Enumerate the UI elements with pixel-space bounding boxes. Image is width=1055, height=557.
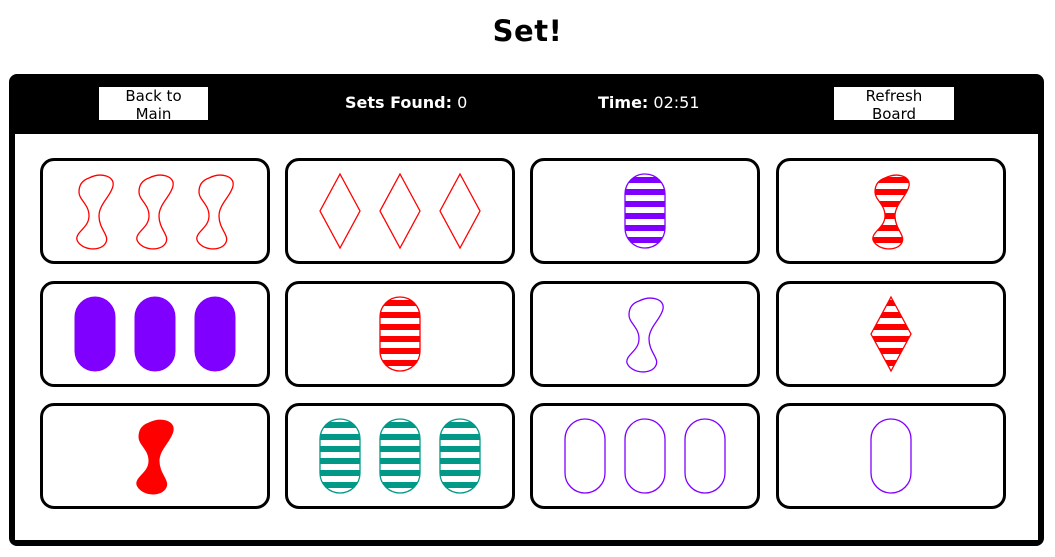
card-shapes xyxy=(626,297,664,373)
set-card[interactable] xyxy=(285,403,515,509)
card-board xyxy=(15,134,1038,540)
set-card[interactable] xyxy=(40,281,270,387)
set-card[interactable] xyxy=(285,281,515,387)
set-card[interactable] xyxy=(40,158,270,264)
oval-symbol xyxy=(439,418,481,494)
set-card[interactable] xyxy=(776,281,1006,387)
squiggle-symbol xyxy=(872,174,910,250)
sets-found-stat: Sets Found: 0 xyxy=(345,92,467,114)
timer-stat: Time: 02:51 xyxy=(598,92,700,114)
oval-symbol xyxy=(379,418,421,494)
set-card[interactable] xyxy=(776,403,1006,509)
oval-symbol xyxy=(74,296,116,372)
card-shapes xyxy=(624,173,666,249)
sets-found-value: 0 xyxy=(457,93,468,112)
set-card[interactable] xyxy=(285,158,515,264)
card-shapes xyxy=(870,295,912,373)
diamond-symbol xyxy=(319,172,361,250)
diamond-symbol xyxy=(379,172,421,250)
oval-symbol xyxy=(624,418,666,494)
page-title: Set! xyxy=(492,14,563,48)
oval-symbol xyxy=(684,418,726,494)
set-card[interactable] xyxy=(530,158,760,264)
refresh-board-button[interactable]: Refresh Board xyxy=(834,87,954,123)
card-shapes xyxy=(870,418,912,494)
card-shapes xyxy=(74,296,236,372)
card-shapes xyxy=(76,174,234,250)
squiggle-symbol xyxy=(626,297,664,373)
oval-symbol xyxy=(564,418,606,494)
card-shapes xyxy=(872,174,910,250)
squiggle-symbol xyxy=(136,419,174,495)
oval-symbol xyxy=(379,296,421,372)
card-shapes xyxy=(564,418,726,494)
diamond-symbol xyxy=(439,172,481,250)
card-shapes xyxy=(319,172,481,250)
squiggle-symbol xyxy=(196,174,234,250)
card-shapes xyxy=(136,419,174,495)
oval-symbol xyxy=(194,296,236,372)
sets-found-label: Sets Found: xyxy=(345,93,453,112)
set-card[interactable] xyxy=(530,403,760,509)
game-frame: Back to Main Sets Found: 0 Time: 02:51 R… xyxy=(9,74,1044,546)
set-card[interactable] xyxy=(530,281,760,387)
card-shapes xyxy=(379,296,421,372)
card-shapes xyxy=(319,418,481,494)
squiggle-symbol xyxy=(136,174,174,250)
back-to-main-button[interactable]: Back to Main xyxy=(99,87,208,123)
squiggle-symbol xyxy=(76,174,114,250)
toolbar: Back to Main Sets Found: 0 Time: 02:51 R… xyxy=(9,74,1044,134)
oval-symbol xyxy=(624,173,666,249)
oval-symbol xyxy=(870,418,912,494)
diamond-symbol xyxy=(870,295,912,373)
set-card[interactable] xyxy=(776,158,1006,264)
set-card[interactable] xyxy=(40,403,270,509)
oval-symbol xyxy=(134,296,176,372)
timer-value: 02:51 xyxy=(653,93,700,112)
timer-label: Time: xyxy=(598,93,649,112)
oval-symbol xyxy=(319,418,361,494)
